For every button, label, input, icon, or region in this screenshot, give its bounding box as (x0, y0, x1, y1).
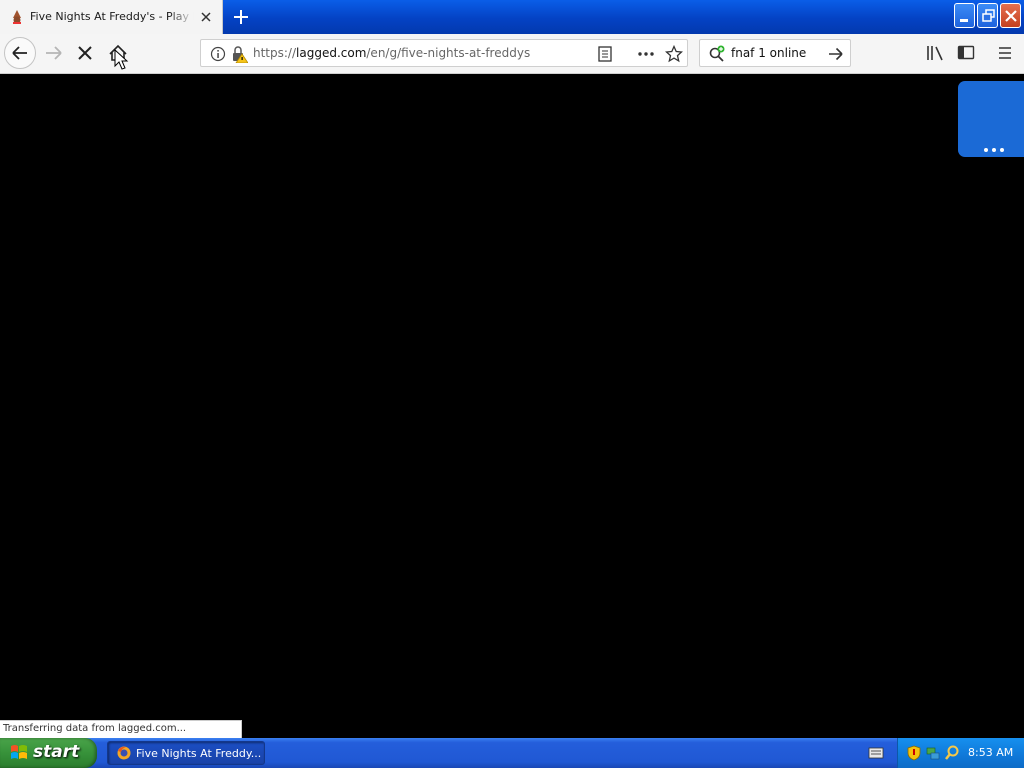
tab-strip: Five Nights At Freddy's - Play Five Nigh… (0, 0, 1024, 34)
restore-icon (982, 9, 995, 22)
page-content[interactable] (0, 74, 1024, 738)
search-bar[interactable]: fnaf 1 online (699, 39, 851, 67)
keyboard-icon[interactable] (868, 746, 884, 760)
search-input[interactable]: fnaf 1 online (731, 46, 806, 60)
more-dots-icon (984, 148, 1004, 152)
security-shield-icon[interactable] (907, 745, 921, 761)
search-tray-icon[interactable] (944, 744, 960, 762)
url-bar[interactable]: https://lagged.com/en/g/five-nights-at-f… (200, 39, 688, 67)
start-label: start (33, 742, 80, 762)
mouse-cursor-icon (114, 49, 129, 70)
arrow-left-icon (12, 46, 27, 60)
sidebar-icon[interactable] (957, 44, 975, 62)
navigation-toolbar: https://lagged.com/en/g/five-nights-at-f… (0, 34, 1024, 74)
back-button[interactable] (4, 37, 36, 69)
arrow-right-icon (46, 46, 62, 60)
windows-logo-icon (11, 745, 27, 759)
side-menu-tab[interactable] (958, 81, 1024, 157)
reader-view-icon[interactable] (597, 46, 613, 62)
network-icon[interactable] (925, 745, 941, 761)
freddy-favicon-icon (13, 10, 21, 24)
close-icon (1005, 10, 1017, 22)
url-text: https://lagged.com/en/g/five-nights-at-f… (253, 46, 530, 60)
firefox-icon (117, 746, 131, 760)
restore-button[interactable] (977, 3, 998, 28)
x-icon (78, 46, 92, 60)
status-bar: Transferring data from lagged.com... (0, 720, 242, 738)
search-go-icon[interactable] (827, 45, 845, 63)
new-tab-icon[interactable] (230, 6, 252, 28)
home-button[interactable] (102, 37, 134, 70)
tab-title: Five Nights At Freddy's - Play Five Nigh… (30, 10, 194, 23)
library-icon[interactable] (925, 44, 945, 62)
insecure-lock-icon[interactable] (230, 45, 248, 63)
page-actions-icon[interactable] (637, 46, 655, 62)
url-path: /en/g/five-nights-at-freddys (366, 46, 531, 60)
status-text: Transferring data from lagged.com... (3, 723, 187, 734)
taskbar-item-firefox[interactable]: Five Nights At Freddy... (107, 741, 265, 765)
clock: 8:53 AM (968, 746, 1014, 759)
bookmark-star-icon[interactable] (665, 45, 683, 63)
taskbar-item-label: Five Nights At Freddy... (136, 747, 262, 760)
tab-close-icon[interactable] (199, 10, 213, 24)
minimize-icon (960, 19, 968, 22)
url-scheme: https:// (253, 46, 297, 60)
start-button[interactable]: start (0, 738, 97, 768)
search-engine-icon[interactable] (708, 45, 726, 63)
hamburger-menu-icon[interactable] (996, 44, 1014, 62)
system-tray: 8:53 AM (897, 738, 1024, 768)
browser-tab[interactable]: Five Nights At Freddy's - Play Five Nigh… (0, 0, 223, 34)
forward-button[interactable] (38, 37, 70, 69)
url-host: lagged.com (296, 46, 367, 60)
close-window-button[interactable] (1000, 3, 1021, 28)
stop-button[interactable] (70, 37, 102, 69)
minimize-button[interactable] (954, 3, 975, 28)
taskbar: start Five Nights At Freddy... 8:53 AM (0, 738, 1024, 768)
info-icon[interactable] (210, 46, 226, 62)
